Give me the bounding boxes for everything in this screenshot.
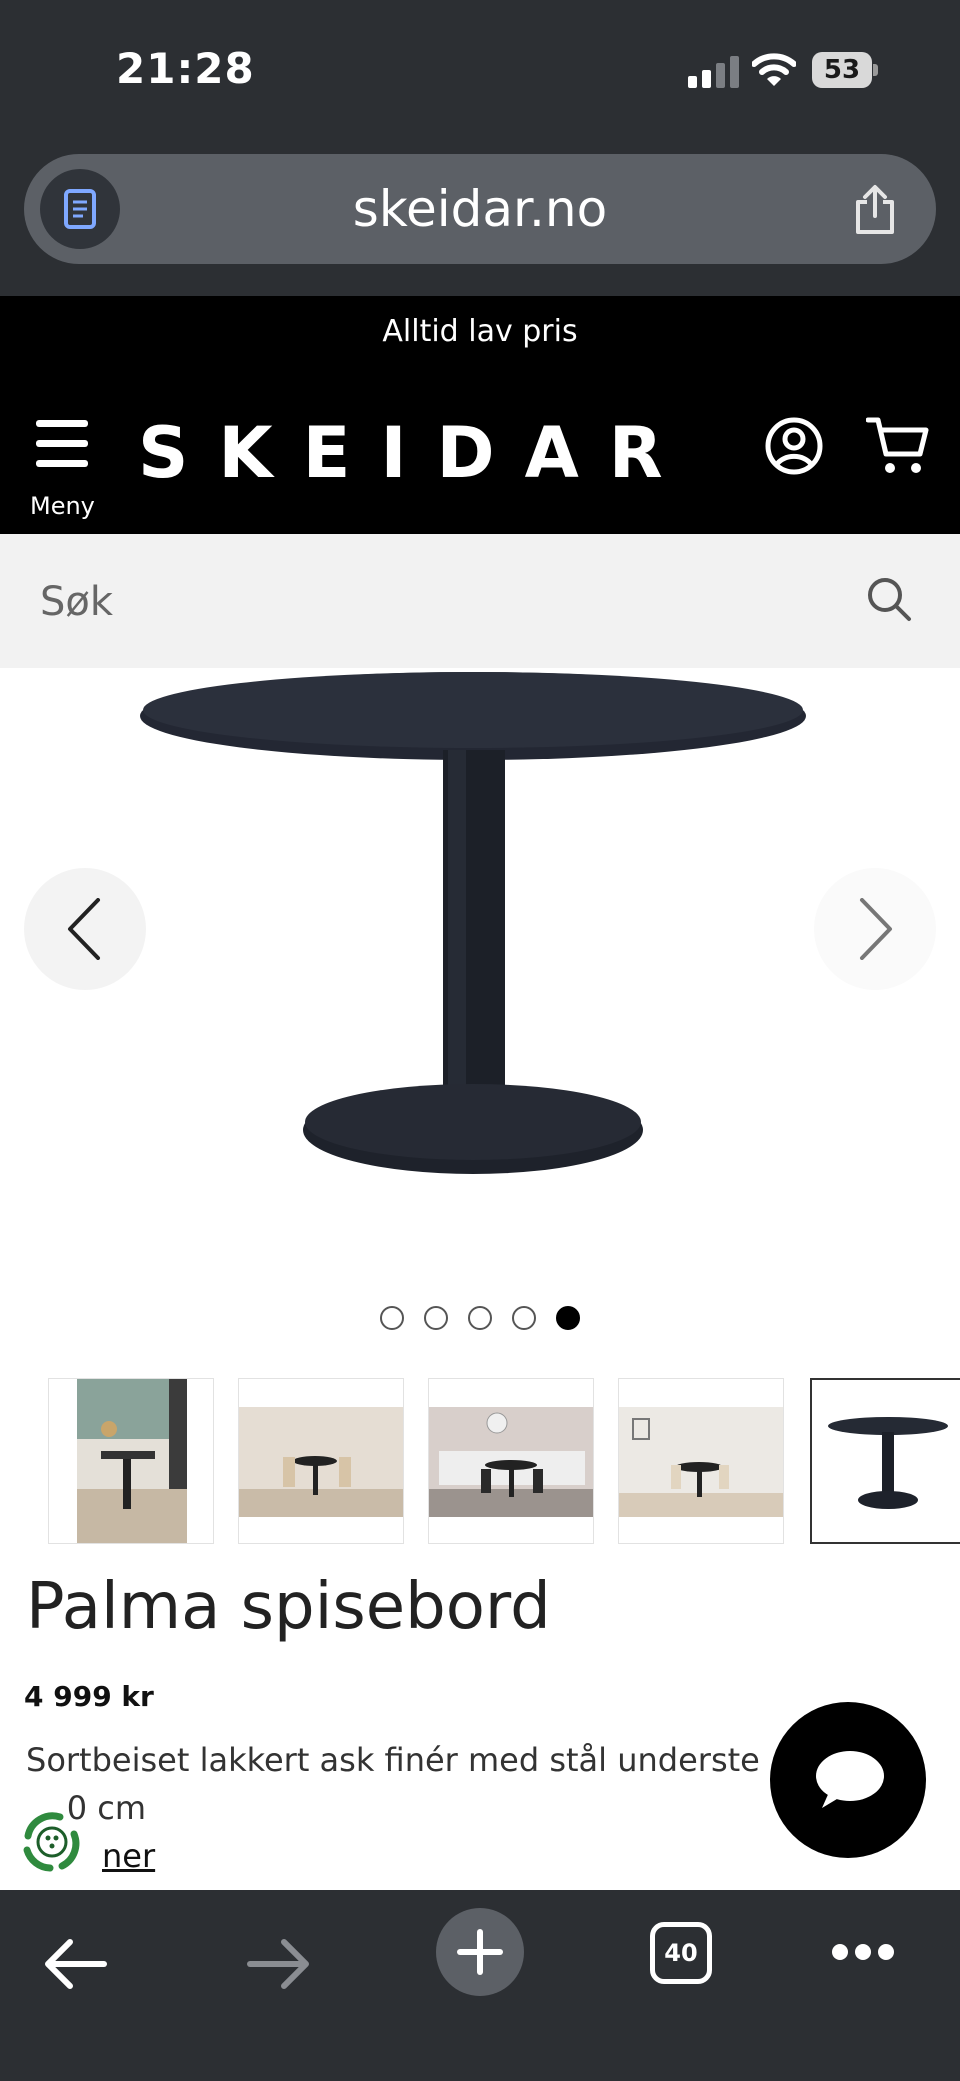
browser-toolbar: 40 bbox=[0, 1890, 960, 2081]
menu-label: Meny bbox=[30, 492, 95, 520]
product-gallery bbox=[0, 668, 960, 1368]
chevron-right-icon bbox=[860, 898, 892, 960]
product-title: Palma spisebord bbox=[26, 1570, 551, 1644]
forward-arrow-icon[interactable] bbox=[244, 1934, 314, 1994]
thumbnail-room-image bbox=[239, 1407, 403, 1517]
gallery-dot[interactable] bbox=[380, 1306, 404, 1330]
address-bar[interactable]: skeidar.no bbox=[24, 154, 936, 264]
menu-button[interactable]: Meny bbox=[30, 420, 95, 520]
gallery-dot-active[interactable] bbox=[556, 1306, 580, 1330]
chevron-left-icon bbox=[68, 898, 100, 960]
share-icon[interactable] bbox=[850, 184, 900, 236]
wifi-icon bbox=[752, 53, 796, 86]
promo-banner: Alltid lav pris bbox=[0, 296, 960, 378]
thumbnail-table-image bbox=[828, 1417, 948, 1509]
chat-button[interactable] bbox=[770, 1702, 926, 1858]
search-icon[interactable] bbox=[866, 576, 912, 622]
gallery-dot[interactable] bbox=[424, 1306, 448, 1330]
plus-icon bbox=[457, 1929, 503, 1975]
chat-bubble-icon bbox=[816, 1751, 884, 1808]
product-description-continued: 0 cm bbox=[26, 1789, 146, 1827]
url-text: skeidar.no bbox=[352, 180, 608, 238]
thumbnail-strip bbox=[0, 1378, 960, 1548]
thumbnail-room-image bbox=[429, 1407, 593, 1517]
gallery-dot[interactable] bbox=[512, 1306, 536, 1330]
thumbnail-room-image bbox=[77, 1379, 187, 1543]
more-options-icon[interactable] bbox=[832, 1944, 894, 1964]
search-bar bbox=[0, 534, 960, 668]
read-more-link[interactable]: ner bbox=[102, 1836, 155, 1876]
battery-icon: 53 bbox=[812, 52, 878, 88]
thumbnail-5-selected[interactable] bbox=[810, 1378, 960, 1544]
thumbnail-3[interactable] bbox=[428, 1378, 594, 1544]
battery-level: 53 bbox=[823, 55, 861, 85]
product-description: Sortbeiset lakkert ask finér med stål un… bbox=[26, 1741, 760, 1779]
thumbnail-2[interactable] bbox=[238, 1378, 404, 1544]
gallery-next-button[interactable] bbox=[814, 868, 936, 990]
sustainability-badge-icon[interactable] bbox=[16, 1806, 88, 1878]
cellular-signal-icon bbox=[688, 56, 740, 88]
thumbnail-1[interactable] bbox=[48, 1378, 214, 1544]
browser-top-chrome: 21:28 53 skeidar.no bbox=[0, 0, 960, 296]
gallery-dot[interactable] bbox=[468, 1306, 492, 1330]
new-tab-button[interactable] bbox=[436, 1908, 524, 1996]
gallery-prev-button[interactable] bbox=[24, 868, 146, 990]
thumbnail-4[interactable] bbox=[618, 1378, 784, 1544]
tabs-button[interactable]: 40 bbox=[650, 1922, 712, 1984]
tab-count: 40 bbox=[664, 1939, 698, 1967]
product-price: 4 999 kr bbox=[24, 1680, 154, 1713]
gallery-pagination bbox=[0, 1306, 960, 1336]
thumbnail-room-image bbox=[619, 1407, 783, 1517]
site-header: Meny SKEIDAR bbox=[0, 378, 960, 534]
promo-text: Alltid lav pris bbox=[382, 314, 578, 349]
status-time: 21:28 bbox=[116, 44, 255, 93]
back-arrow-icon[interactable] bbox=[40, 1934, 110, 1994]
site-logo[interactable]: SKEIDAR bbox=[138, 408, 668, 498]
product-image bbox=[140, 672, 806, 1174]
cart-icon[interactable] bbox=[866, 414, 930, 476]
account-icon[interactable] bbox=[764, 416, 824, 476]
search-input[interactable] bbox=[40, 574, 800, 630]
